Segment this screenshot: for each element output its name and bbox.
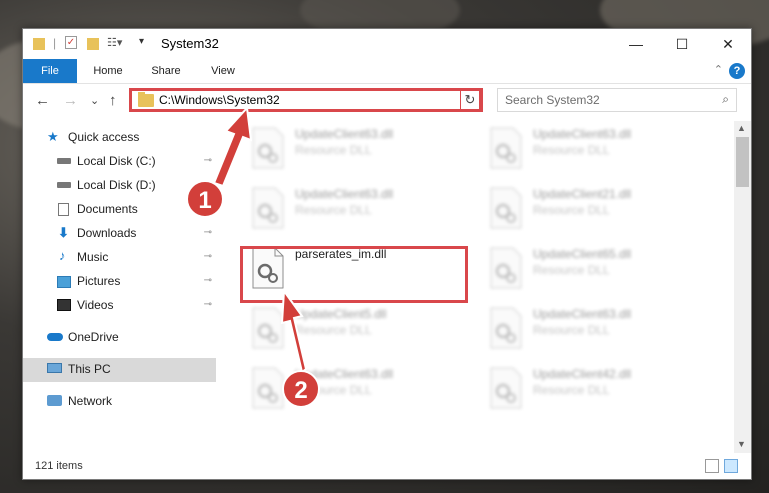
callout-2: 2 xyxy=(282,370,320,408)
callout-arrows xyxy=(212,105,308,374)
callout-1: 1 xyxy=(186,180,224,218)
arrow-2 xyxy=(280,288,308,374)
arrow-1 xyxy=(212,105,253,188)
